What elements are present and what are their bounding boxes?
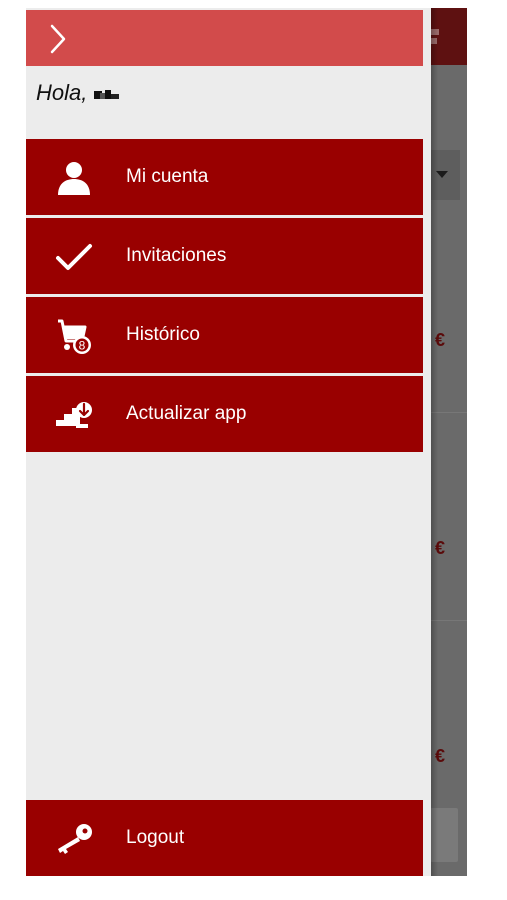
menu-item-mi-cuenta[interactable]: Mi cuenta <box>26 139 423 215</box>
user-icon <box>58 162 90 195</box>
drawer-header <box>26 10 423 66</box>
menu-item-label: Mi cuenta <box>126 166 209 187</box>
menu-item-historico[interactable]: 8 Histórico <box>26 297 423 373</box>
checkmark-icon <box>56 244 92 270</box>
logout-button[interactable]: Logout <box>26 800 423 876</box>
navigation-drawer: Hola, Mi cuenta Invitaciones 8 Histórico <box>26 8 431 876</box>
euro-sign: € <box>435 746 446 766</box>
menu-item-label: Actualizar app <box>126 403 247 424</box>
greeting-text: Hola, <box>36 80 88 105</box>
key-icon <box>58 824 92 854</box>
menu-item-label: Histórico <box>126 324 200 345</box>
drawer-shadow <box>431 8 438 876</box>
logout-label: Logout <box>126 827 185 848</box>
menu-item-actualizar-app[interactable]: Actualizar app <box>26 376 423 452</box>
menu-item-label: Invitaciones <box>126 245 227 266</box>
stairs-update-icon <box>56 402 92 428</box>
euro-sign: € <box>435 538 446 558</box>
cart-history-icon: 8 <box>58 319 91 354</box>
cart-history-badge: 8 <box>79 339 86 353</box>
euro-sign: € <box>435 330 446 350</box>
menu-item-invitaciones[interactable]: Invitaciones <box>26 218 423 294</box>
chevron-right-icon[interactable] <box>48 24 68 54</box>
redacted-user-name <box>94 90 119 99</box>
